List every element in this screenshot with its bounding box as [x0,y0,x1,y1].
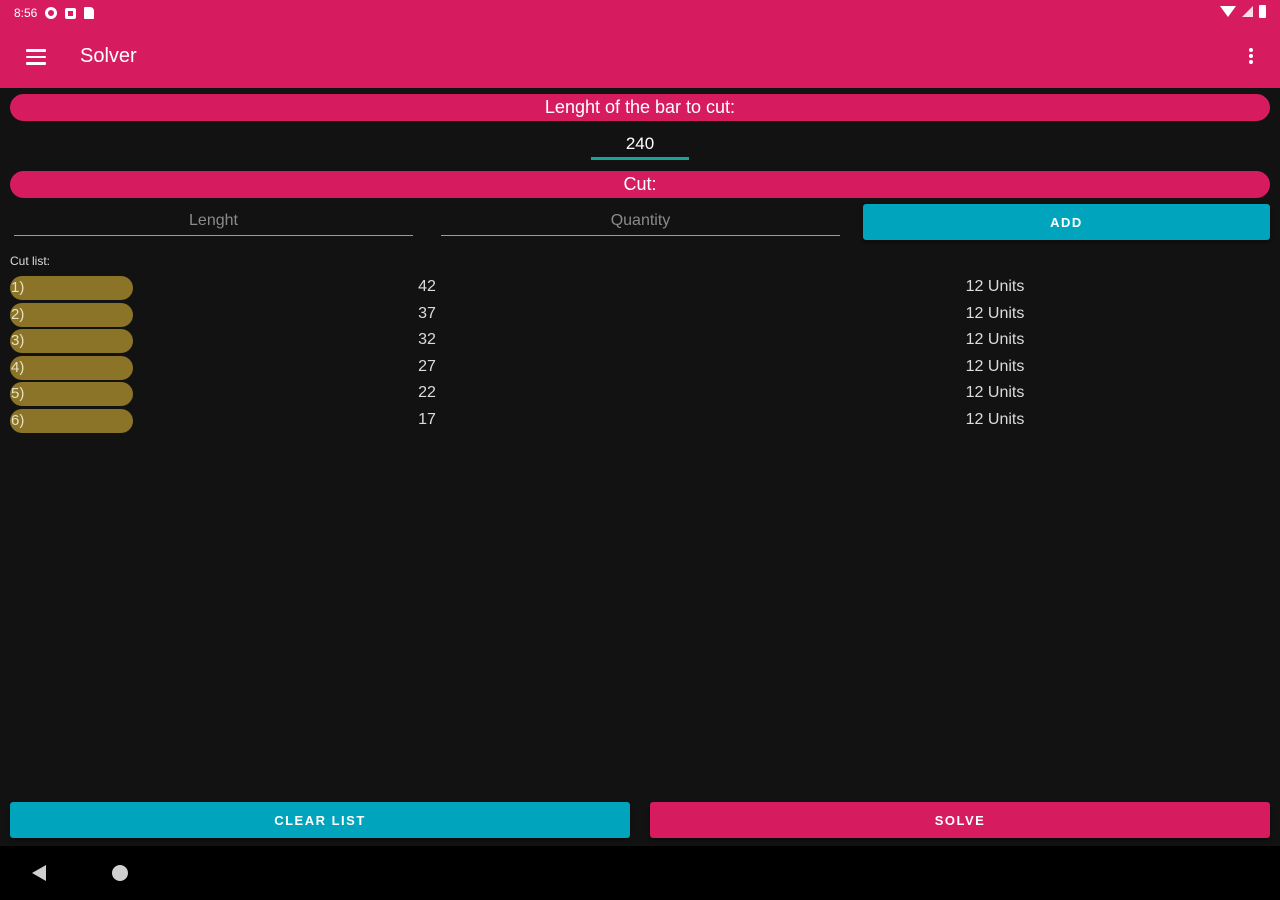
app-title: Solver [80,45,137,67]
status-bar: 8:56 [0,0,1280,26]
cut-length-input[interactable] [14,206,413,236]
solve-button[interactable]: SOLVE [650,802,1270,838]
item-index: 3) [10,329,133,353]
item-index: 4) [10,355,133,380]
item-index: 1) [10,276,133,300]
item-index: 6) [10,408,133,433]
app-bar: Solver [0,26,1280,88]
item-length: 17 [418,410,436,428]
cell-signal-icon [1242,6,1253,17]
status-right [1220,5,1266,18]
list-item: 4) 27 12 Units [0,355,1280,382]
sd-card-icon [84,7,95,19]
cut-list-label: Cut list: [10,254,51,268]
bar-length-input[interactable] [591,130,689,160]
home-circle-icon[interactable] [112,865,128,881]
status-time: 8:56 [14,6,38,20]
back-triangle-icon[interactable] [32,865,46,881]
bar-length-header: Lenght of the bar to cut: [10,94,1270,121]
add-button[interactable]: ADD [863,204,1270,240]
app-root: 8:56 Solver Lenght of the bar to cut: Cu… [0,0,1280,900]
item-quantity: 12 Units [965,357,1025,375]
item-index: 2) [10,302,133,327]
more-vert-icon[interactable] [1248,48,1254,66]
item-quantity: 12 Units [965,384,1025,401]
item-quantity: 12 Units [965,410,1025,428]
status-left: 8:56 [14,6,95,20]
list-item: 3) 32 12 Units [0,328,1280,355]
cut-list: 1) 42 12 Units 2) 37 12 Units 3) 32 12 U… [0,275,1280,434]
list-item: 6) 17 12 Units [0,408,1280,435]
navigation-bar [0,846,1280,900]
list-item: 1) 42 12 Units [0,275,1280,302]
item-quantity: 12 Units [965,304,1025,322]
item-index: 5) [10,382,133,406]
item-length: 42 [418,278,436,295]
notification-icon [65,7,77,19]
item-quantity: 12 Units [965,278,1025,295]
item-length: 32 [418,331,436,348]
cut-header: Cut: [10,171,1270,198]
list-item: 2) 37 12 Units [0,302,1280,329]
item-length: 27 [418,357,436,375]
settings-gear-icon [45,7,58,19]
list-item: 5) 22 12 Units [0,381,1280,408]
item-quantity: 12 Units [965,331,1025,348]
hamburger-icon[interactable] [26,49,46,65]
item-length: 22 [418,384,436,401]
item-length: 37 [418,304,436,322]
wifi-icon [1220,6,1236,17]
cut-quantity-input[interactable] [441,206,840,236]
clear-list-button[interactable]: CLEAR LIST [10,802,630,838]
battery-icon [1259,5,1266,18]
